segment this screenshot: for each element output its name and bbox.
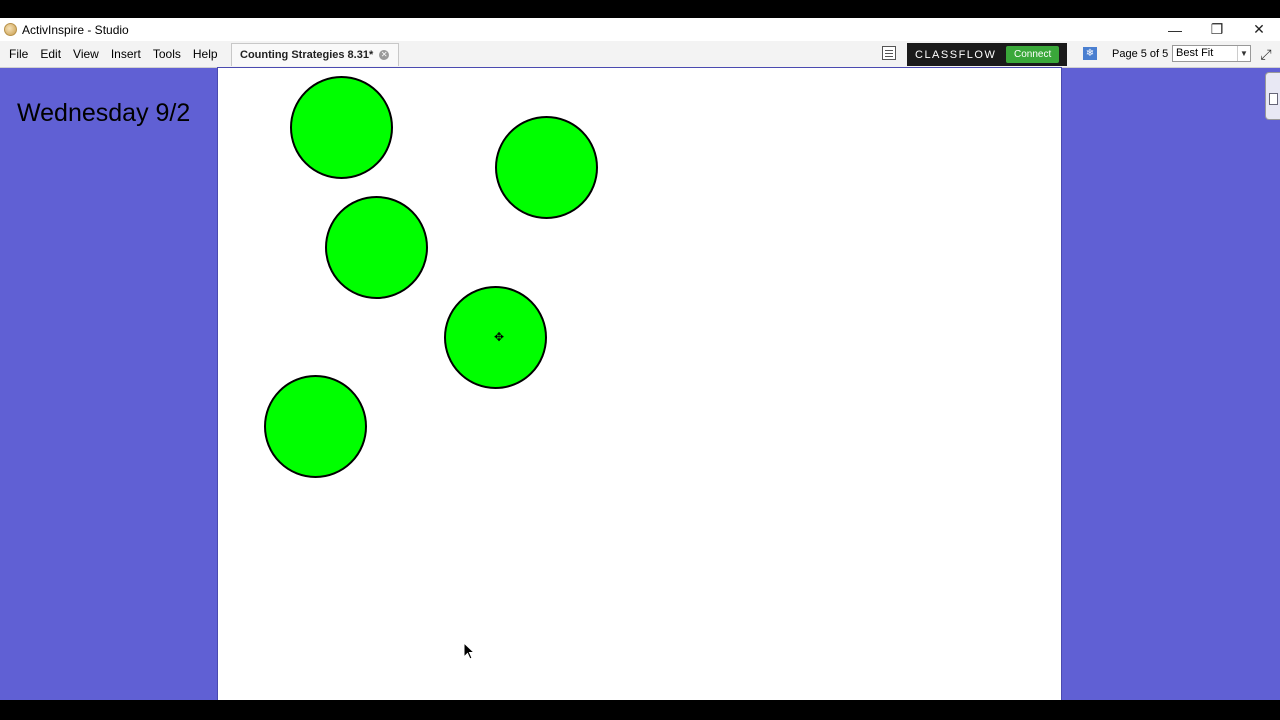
menu-file[interactable]: File (4, 47, 33, 61)
zoom-select[interactable]: Best Fit ▼ (1172, 45, 1251, 62)
menu-edit[interactable]: Edit (35, 47, 66, 61)
close-icon[interactable]: ✕ (1238, 18, 1280, 41)
document-tab[interactable]: Counting Strategies 8.31* ✕ (231, 43, 399, 66)
window-title: ActivInspire - Studio (22, 22, 129, 37)
title-bar: ActivInspire - Studio — ❐ ✕ (0, 18, 1280, 41)
flipchart-page[interactable]: ✥ (218, 68, 1061, 700)
menu-view[interactable]: View (68, 47, 104, 61)
menu-insert[interactable]: Insert (106, 47, 146, 61)
page-view-icon[interactable] (882, 46, 896, 60)
fullscreen-icon[interactable]: ⤢ (1257, 46, 1275, 62)
top-letterbox (0, 0, 1280, 18)
browser-panel-tab[interactable] (1265, 72, 1280, 120)
main-menu: File Edit View Insert Tools Help (4, 41, 225, 67)
page-indicator: Page 5 of 5 (1112, 48, 1169, 60)
zoom-value: Best Fit (1176, 47, 1214, 59)
connect-button[interactable]: Connect (1006, 46, 1060, 63)
classflow-banner: CLASSFLOW Connect (907, 43, 1067, 66)
green-circle[interactable] (264, 375, 367, 478)
menu-help[interactable]: Help (188, 47, 223, 61)
window-controls: — ❐ ✕ (1154, 18, 1280, 41)
workspace: Wednesday 9/2 ✥ (0, 68, 1280, 700)
restore-icon[interactable]: ❐ (1196, 18, 1238, 41)
classflow-logo: CLASSFLOW (915, 48, 997, 61)
chevron-down-icon[interactable]: ▼ (1237, 46, 1250, 61)
activinspire-app-icon (4, 23, 17, 36)
minimize-icon[interactable]: — (1154, 18, 1196, 41)
menu-tools[interactable]: Tools (148, 47, 186, 61)
document-tab-label: Counting Strategies 8.31* (240, 49, 374, 61)
tab-close-icon[interactable]: ✕ (379, 50, 390, 60)
mouse-pointer-icon (463, 642, 475, 660)
green-circle[interactable] (325, 196, 428, 299)
green-circle[interactable] (495, 116, 598, 219)
green-circle[interactable] (290, 76, 393, 179)
page-browser-icon[interactable]: ❄ (1083, 47, 1097, 60)
move-cursor-icon: ✥ (493, 330, 505, 344)
bottom-letterbox (0, 700, 1280, 720)
date-label: Wednesday 9/2 (17, 99, 191, 127)
